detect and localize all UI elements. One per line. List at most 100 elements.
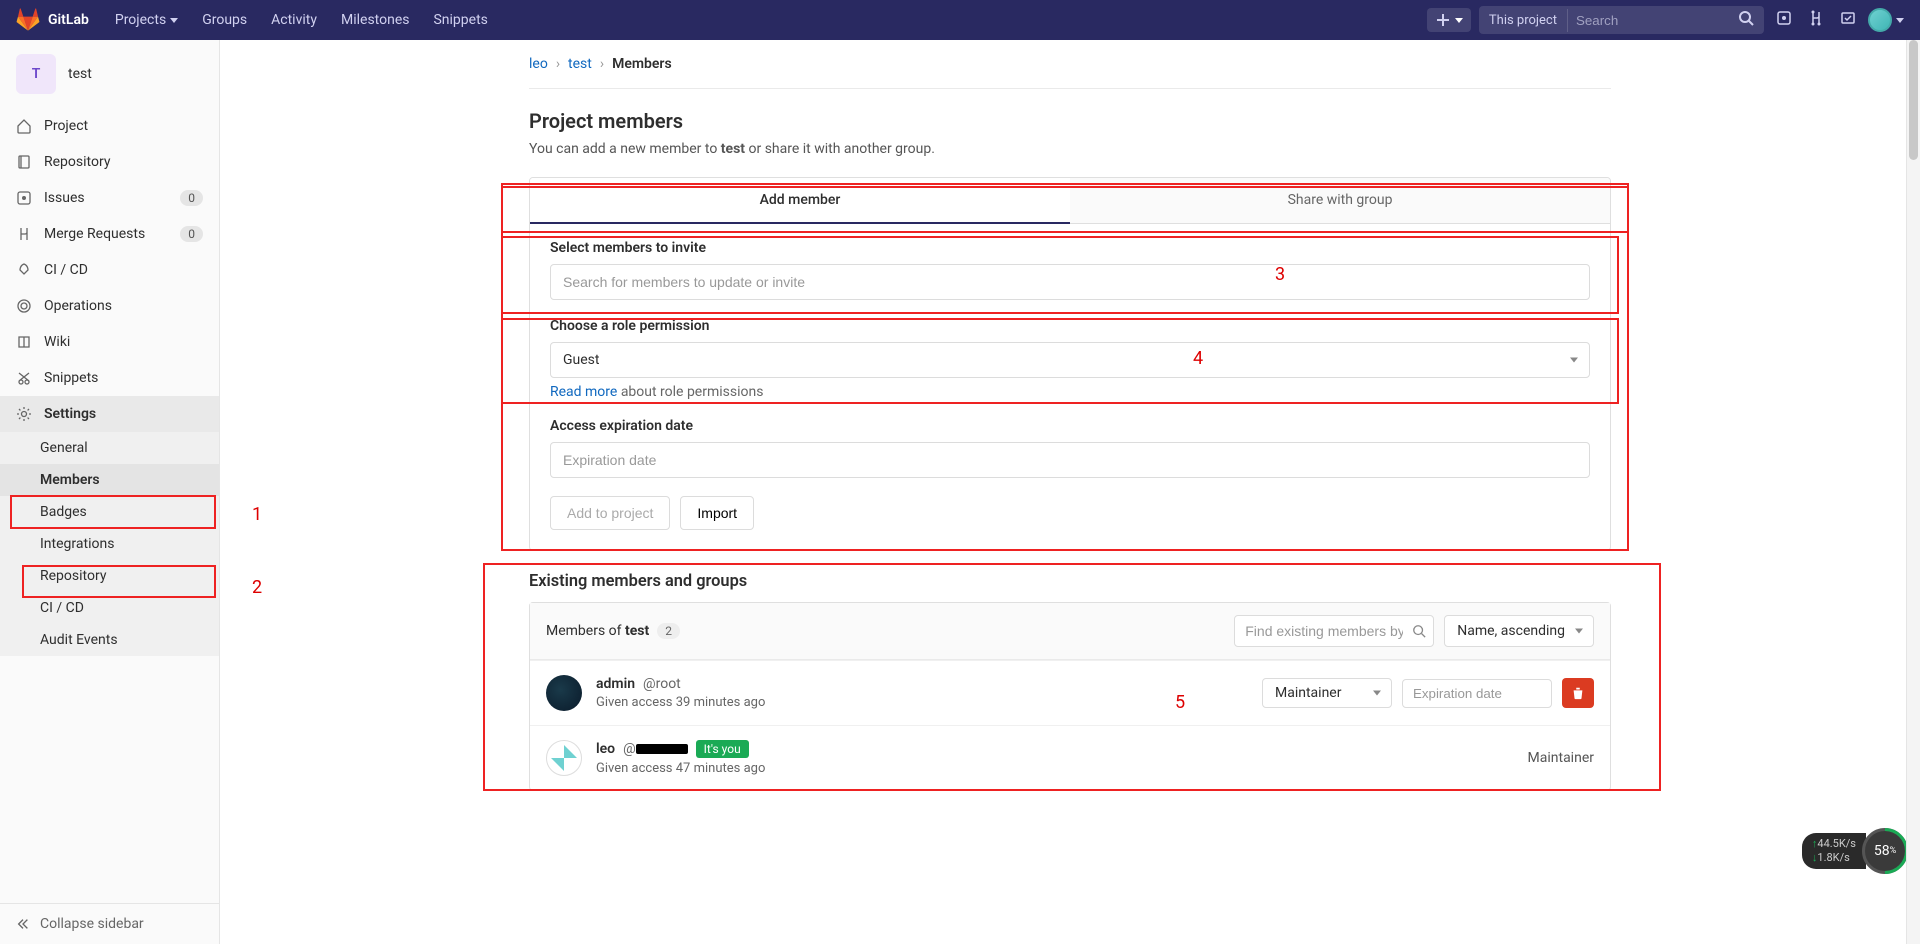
net-percent-circle: 58% <box>1862 828 1908 874</box>
sidebar-item-issues[interactable]: Issues0 <box>0 180 219 216</box>
tab-share-group[interactable]: Share with group <box>1070 178 1610 224</box>
member-row: admin @root Given access 39 minutes ago … <box>530 660 1610 725</box>
member-avatar <box>546 740 582 776</box>
member-username[interactable]: admin <box>596 676 635 692</box>
its-you-badge: It's you <box>696 740 749 758</box>
member-avatar <box>546 675 582 711</box>
sidebar-item-snippets[interactable]: Snippets <box>0 360 219 396</box>
select-members-input[interactable] <box>550 264 1590 300</box>
global-search: This project <box>1479 6 1764 34</box>
crumb-project[interactable]: test <box>568 56 592 72</box>
import-button[interactable]: Import <box>680 496 754 530</box>
nav-snippets[interactable]: Snippets <box>423 12 497 28</box>
sub-general[interactable]: General <box>0 432 219 464</box>
members-header-controls: Name, ascending <box>1234 615 1594 647</box>
scrollbar-thumb[interactable] <box>1909 40 1918 160</box>
member-row-controls: Maintainer <box>1262 678 1594 708</box>
role-value: Guest <box>563 352 599 368</box>
sidebar-item-label: Project <box>44 118 88 134</box>
sidebar-item-label: Wiki <box>44 334 70 350</box>
sort-dropdown[interactable]: Name, ascending <box>1444 615 1594 647</box>
nav-projects[interactable]: Projects <box>105 12 188 28</box>
member-access-text: Given access 47 minutes ago <box>596 761 1514 776</box>
find-members-box <box>1234 615 1434 647</box>
member-username[interactable]: leo <box>596 741 615 757</box>
sidebar-item-settings[interactable]: Settings <box>0 396 219 432</box>
sidebar-item-repository[interactable]: Repository <box>0 144 219 180</box>
sidebar-item-wiki[interactable]: Wiki <box>0 324 219 360</box>
chevron-down-icon <box>1896 18 1904 23</box>
add-member-form: Select members to invite Choose a role p… <box>530 224 1610 550</box>
select-members-group: Select members to invite <box>550 240 1590 300</box>
search-scope-label[interactable]: This project <box>1479 9 1568 32</box>
sub-badges[interactable]: Badges <box>0 496 219 528</box>
sidebar-project-header[interactable]: T test <box>0 40 219 108</box>
sidebar-item-label: Repository <box>44 154 110 170</box>
add-to-project-button[interactable]: Add to project <box>550 496 670 530</box>
search-button[interactable] <box>1728 6 1764 34</box>
member-name-line: admin @root <box>596 676 1248 692</box>
trash-icon <box>1571 686 1585 700</box>
settings-submenu: General Members Badges Integrations Repo… <box>0 432 219 656</box>
expiration-input[interactable] <box>550 442 1590 478</box>
expiration-group: Access expiration date <box>550 418 1590 478</box>
page-title: Project members <box>529 109 1611 133</box>
crumb-owner[interactable]: leo <box>529 56 548 72</box>
user-menu[interactable] <box>1868 8 1904 32</box>
member-expiration-input[interactable] <box>1402 679 1552 708</box>
members-of-label: Members of test <box>546 623 649 639</box>
navbar-left: GitLab Projects Groups Activity Mileston… <box>16 8 498 32</box>
chevron-down-icon <box>170 18 178 23</box>
role-select-wrap: Guest <box>550 342 1590 378</box>
member-row: leo @ It's you Given access 47 minutes a… <box>530 725 1610 790</box>
sidebar-item-label: Settings <box>44 406 96 422</box>
sidebar-item-project[interactable]: Project <box>0 108 219 144</box>
search-input[interactable] <box>1568 9 1728 32</box>
remove-member-button[interactable] <box>1562 678 1594 708</box>
repo-icon <box>16 154 32 170</box>
sidebar-item-merge-requests[interactable]: Merge Requests 0 <box>0 216 219 252</box>
find-members-input[interactable] <box>1234 615 1434 647</box>
sub-cicd[interactable]: CI / CD <box>0 592 219 624</box>
sub-integrations[interactable]: Integrations <box>0 528 219 560</box>
issues-shortcut[interactable] <box>1772 6 1796 34</box>
merge-icon <box>16 226 32 242</box>
collapse-sidebar-button[interactable]: Collapse sidebar <box>0 903 219 944</box>
vertical-scrollbar[interactable] <box>1906 40 1920 944</box>
sidebar-item-cicd[interactable]: CI / CD <box>0 252 219 288</box>
net-down: 1.8K/s <box>1812 851 1856 865</box>
gitlab-logo-icon <box>16 8 40 32</box>
sidebar-item-label: Merge Requests <box>44 226 145 242</box>
nav-milestones[interactable]: Milestones <box>331 12 420 28</box>
collapse-label: Collapse sidebar <box>40 916 144 932</box>
role-permission-select[interactable]: Guest <box>550 342 1590 378</box>
content-inner: leo › test › Members Project members You… <box>505 40 1635 791</box>
project-avatar: T <box>16 54 56 94</box>
todos-shortcut[interactable] <box>1836 6 1860 34</box>
project-name: test <box>68 66 92 82</box>
expiration-label: Access expiration date <box>550 418 1590 434</box>
nav-groups[interactable]: Groups <box>192 12 257 28</box>
sidebar-item-label: Issues <box>44 190 85 206</box>
sidebar-item-operations[interactable]: Operations <box>0 288 219 324</box>
crumb-sep: › <box>556 56 560 72</box>
role-permissions-help[interactable]: Read more about role permissions <box>550 384 1590 400</box>
nav-activity[interactable]: Activity <box>261 12 327 28</box>
merge-requests-shortcut[interactable] <box>1804 6 1828 34</box>
sub-audit[interactable]: Audit Events <box>0 624 219 656</box>
redacted-handle <box>636 744 688 754</box>
readmore-link[interactable]: Read more <box>550 384 617 400</box>
sub-repository[interactable]: Repository <box>0 560 219 592</box>
top-navbar: GitLab Projects Groups Activity Mileston… <box>0 0 1920 40</box>
brand-text[interactable]: GitLab <box>48 12 89 28</box>
add-member-panel: Add member Share with group Select membe… <box>529 177 1611 551</box>
sub-members[interactable]: Members <box>0 464 219 496</box>
chevron-down-icon <box>1455 18 1463 23</box>
readmore-tail: about role permissions <box>617 384 763 400</box>
role-permission-label: Choose a role permission <box>550 318 1590 334</box>
member-name-line: leo @ It's you <box>596 740 1514 758</box>
mr-count-badge: 0 <box>180 226 203 242</box>
new-dropdown-button[interactable] <box>1427 8 1471 32</box>
tab-add-member[interactable]: Add member <box>530 178 1070 224</box>
member-role-select[interactable]: Maintainer <box>1262 678 1392 708</box>
